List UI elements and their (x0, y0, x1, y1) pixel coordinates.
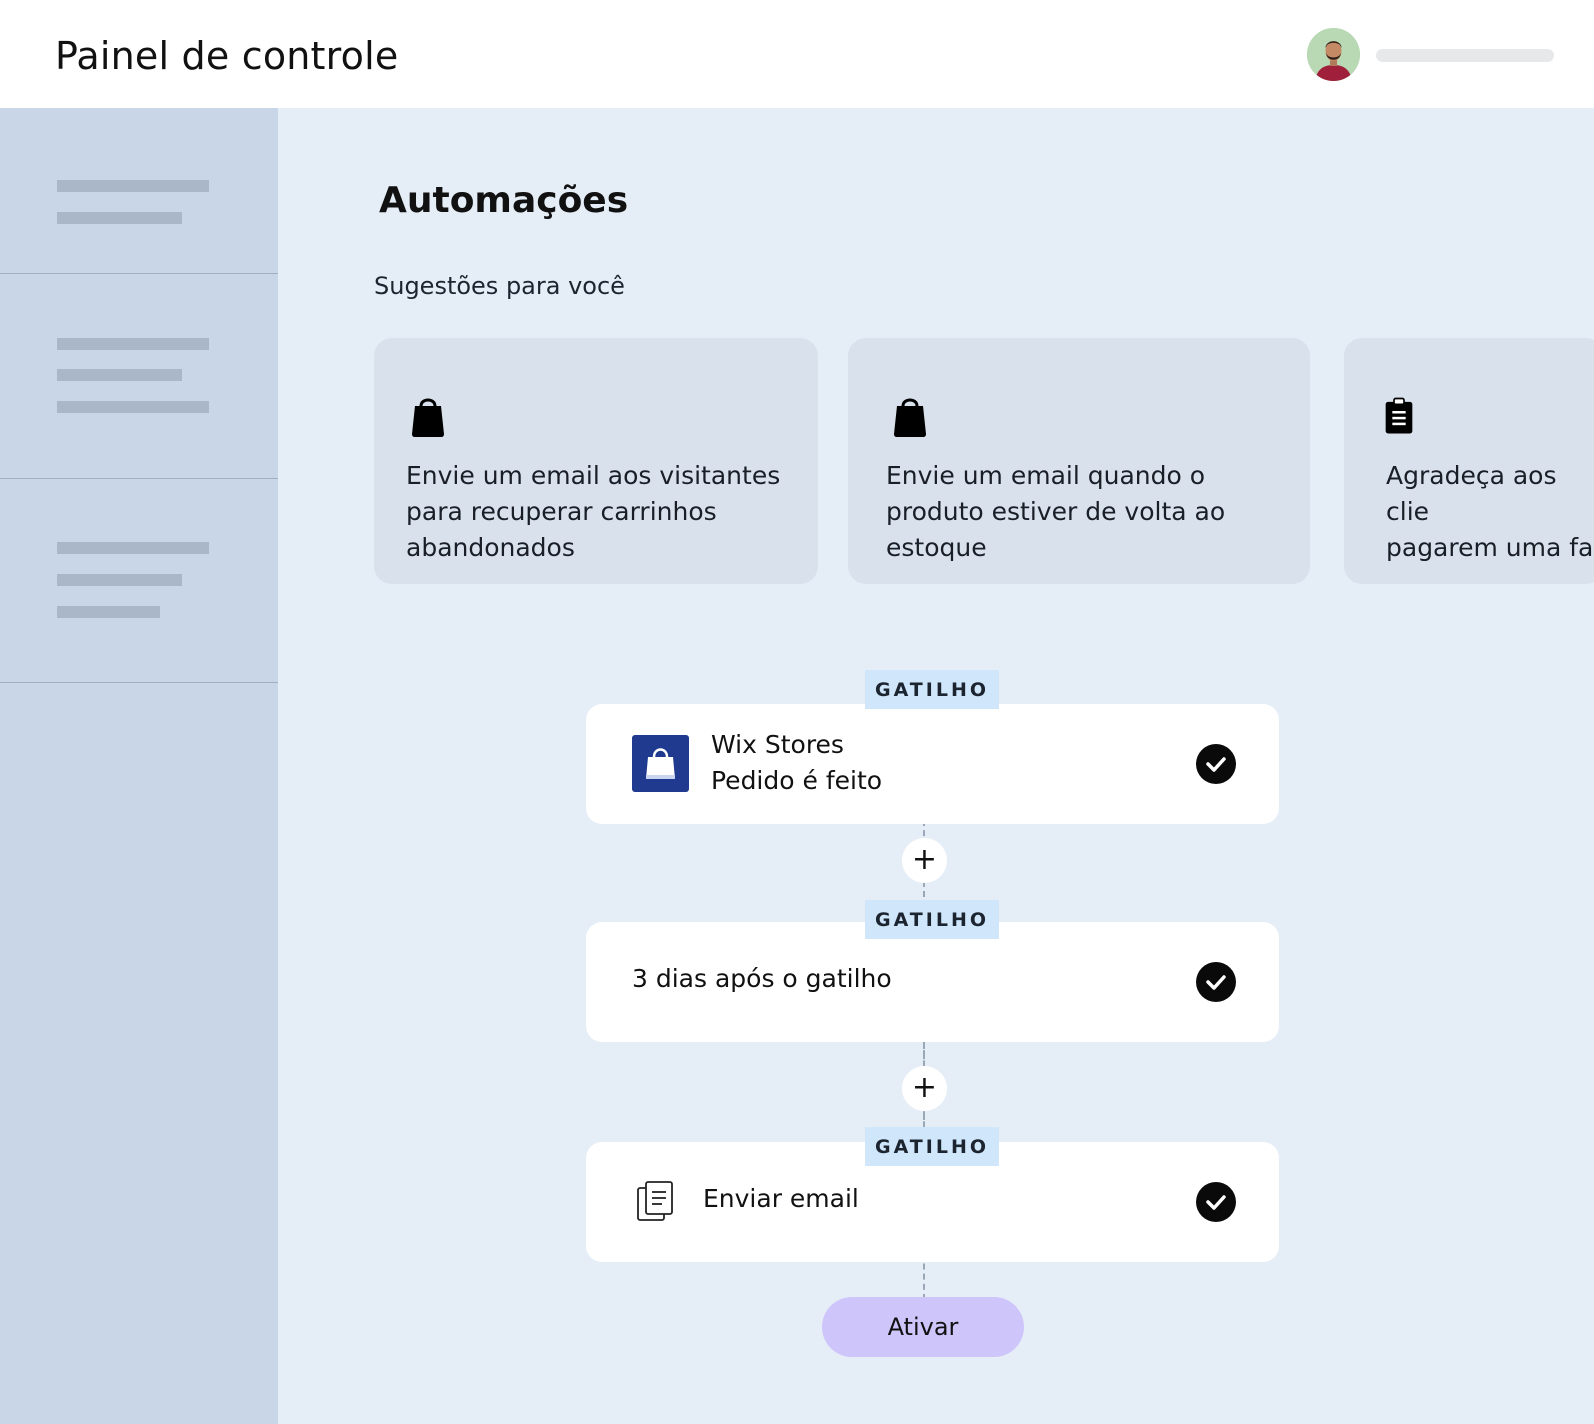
trigger-badge: GATILHO (865, 670, 999, 709)
check-icon (1196, 744, 1236, 784)
sidebar-line (57, 574, 182, 586)
sidebar-line (57, 401, 209, 413)
suggestion-card-invoice-thanks[interactable]: Agradeça aos clie pagarem uma fat (1344, 338, 1594, 584)
step-action: Pedido é feito (711, 766, 883, 795)
check-icon (1196, 1182, 1236, 1222)
activate-button[interactable]: Ativar (822, 1297, 1024, 1357)
flow-step-delay[interactable]: 3 dias após o gatilho (586, 922, 1279, 1042)
card-text: Envie um email quando o produto estiver … (886, 461, 1226, 562)
sidebar-line (57, 338, 209, 350)
clipboard-icon (1385, 397, 1413, 434)
trigger-badge: GATILHO (865, 1127, 999, 1166)
sidebar-section[interactable] (0, 479, 278, 683)
sidebar-section[interactable] (0, 274, 278, 479)
top-header: Painel de controle (0, 0, 1594, 108)
dashboard-title: Painel de controle (55, 34, 399, 78)
checkmark-glyph (1206, 757, 1226, 772)
store-bag-glyph (646, 748, 675, 779)
add-step-button[interactable]: + (902, 838, 947, 883)
avatar-person-icon (1307, 28, 1360, 81)
sidebar-line (57, 606, 160, 618)
card-text: Envie um email aos visitantes para recup… (406, 461, 781, 562)
flow-step-trigger[interactable]: Wix Stores Pedido é feito (586, 704, 1279, 824)
step-delay-text: 3 dias após o gatilho (632, 964, 892, 993)
suggestions-heading: Sugestões para você (374, 272, 625, 300)
suggestion-card-back-in-stock[interactable]: Envie um email quando o produto estiver … (848, 338, 1310, 584)
step-email-text: Enviar email (703, 1184, 859, 1213)
store-bag-icon (632, 735, 689, 792)
add-step-button[interactable]: + (902, 1066, 947, 1111)
user-name-placeholder (1376, 49, 1554, 62)
checkmark-glyph (1206, 1195, 1226, 1210)
shopping-bag-icon (412, 398, 444, 437)
sidebar-line (57, 180, 209, 192)
sidebar (0, 108, 278, 1424)
email-document-icon (637, 1181, 673, 1221)
sidebar-section[interactable] (0, 108, 278, 274)
trigger-badge: GATILHO (865, 900, 999, 939)
sidebar-line (57, 369, 182, 381)
page-title: Automações (379, 180, 629, 221)
user-avatar[interactable] (1307, 28, 1360, 81)
checkmark-glyph (1206, 975, 1226, 990)
card-text: Agradeça aos clie pagarem uma fat (1386, 461, 1594, 562)
sidebar-line (57, 212, 182, 224)
step-app-name: Wix Stores (711, 730, 844, 759)
check-icon (1196, 962, 1236, 1002)
suggestion-card-abandoned-cart[interactable]: Envie um email aos visitantes para recup… (374, 338, 818, 584)
shopping-bag-icon (894, 398, 926, 437)
sidebar-line (57, 542, 209, 554)
